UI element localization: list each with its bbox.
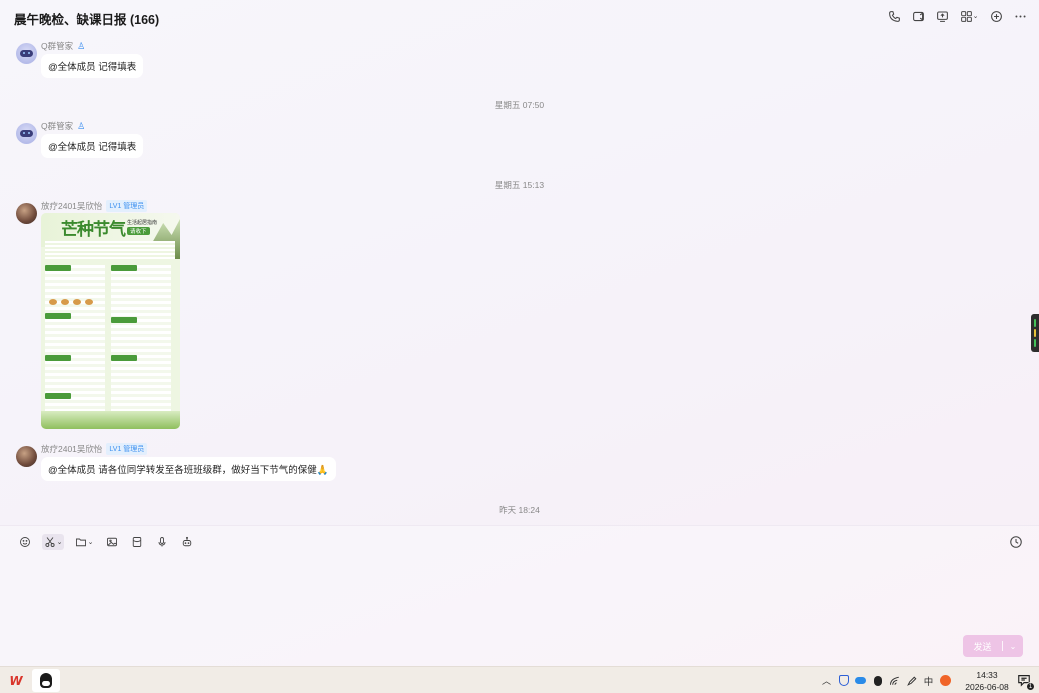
screen-share-icon[interactable] bbox=[935, 9, 949, 23]
security-shield-icon[interactable] bbox=[836, 673, 851, 688]
robot-icon: ♙ bbox=[77, 40, 86, 51]
sender-line: 放疗2401吴欣怡 LV1 管理员 bbox=[41, 200, 148, 212]
chevron-down-icon: ⌄ bbox=[56, 539, 63, 546]
side-widget-handle[interactable] bbox=[1031, 314, 1039, 352]
poster-tag: 请收下 bbox=[127, 227, 150, 235]
sender-name[interactable]: Q群管家 bbox=[41, 120, 73, 132]
poster-section-header bbox=[45, 355, 71, 361]
poster-section-header bbox=[45, 265, 71, 271]
clock-time: 14:33 bbox=[976, 669, 998, 680]
message-bubble[interactable]: @全体成员 记得填表 bbox=[41, 134, 144, 158]
message-bubble[interactable]: @全体成员 记得填表 bbox=[41, 54, 144, 78]
taskbar-app-wps[interactable]: W bbox=[2, 669, 30, 692]
wifi-icon[interactable] bbox=[887, 673, 902, 688]
wps-logo-icon: W bbox=[9, 673, 23, 688]
send-button[interactable]: 发送 bbox=[963, 640, 1002, 653]
poster-section-header bbox=[45, 393, 71, 399]
robot-icon: ♙ bbox=[77, 120, 86, 131]
avatar[interactable] bbox=[16, 446, 37, 467]
ime-indicator[interactable]: 中 bbox=[921, 673, 936, 688]
chat-title: 晨午晚检、缺课日报 (166) bbox=[14, 12, 160, 27]
sender-name[interactable]: Q群管家 bbox=[41, 40, 73, 52]
sender-line: 放疗2401吴欣怡 LV1 管理员 bbox=[41, 443, 148, 455]
notification-icon[interactable]: 1 bbox=[1017, 673, 1035, 691]
poster-intro-text bbox=[45, 241, 175, 261]
history-clock-icon[interactable] bbox=[1009, 535, 1023, 549]
image-icon[interactable] bbox=[104, 534, 120, 550]
message-bubble[interactable]: @全体成员 请各位同学转发至各班班级群，做好当下节气的保健🙏 bbox=[41, 457, 336, 481]
sogou-input-icon[interactable] bbox=[938, 673, 953, 688]
message-composer[interactable]: ⌄ ⌄ 发送 ⌄ bbox=[0, 525, 1039, 666]
admin-badge: LV1 管理员 bbox=[106, 200, 148, 212]
apps-icon[interactable]: ⌄ bbox=[959, 9, 979, 23]
taskbar: W ︿ 中 14:33 2026-06-08 1 bbox=[0, 666, 1039, 693]
poster-section-header bbox=[45, 313, 71, 319]
poster-grass-graphic bbox=[41, 411, 180, 429]
poster-food-graphic bbox=[73, 299, 81, 305]
video-call-icon[interactable] bbox=[911, 9, 925, 23]
pen-icon[interactable] bbox=[904, 673, 919, 688]
screenshot-icon[interactable]: ⌄ bbox=[42, 534, 64, 550]
chevron-down-icon: ⌄ bbox=[87, 539, 94, 546]
cloud-icon[interactable] bbox=[853, 673, 868, 688]
taskbar-app-qq[interactable] bbox=[32, 669, 60, 692]
timestamp: 星期五 07:50 bbox=[494, 100, 545, 110]
avatar[interactable] bbox=[16, 123, 37, 144]
chevron-up-icon[interactable]: ︿ bbox=[819, 673, 834, 688]
poster-column-right bbox=[111, 265, 171, 415]
timestamp: 星期五 15:13 bbox=[494, 180, 545, 190]
voice-call-icon[interactable] bbox=[887, 9, 901, 23]
sender-name[interactable]: 放疗2401吴欣怡 bbox=[41, 443, 102, 455]
admin-badge: LV1 管理员 bbox=[106, 443, 148, 455]
poster-section-header bbox=[111, 355, 137, 361]
header-actions: ⌄ bbox=[887, 9, 1027, 23]
notification-count: 1 bbox=[1026, 681, 1035, 691]
emoji-icon[interactable] bbox=[17, 534, 33, 550]
composer-toolbar: ⌄ ⌄ bbox=[17, 534, 195, 550]
robot-icon[interactable] bbox=[179, 534, 195, 550]
poster-food-graphic bbox=[49, 299, 57, 305]
avatar[interactable] bbox=[16, 43, 37, 64]
qq-tray-icon[interactable] bbox=[870, 673, 885, 688]
clock-date: 2026-06-08 bbox=[965, 681, 1009, 692]
chevron-down-icon[interactable]: ⌄ bbox=[1003, 642, 1023, 651]
system-clock[interactable]: 14:33 2026-06-08 bbox=[961, 669, 1013, 693]
sender-line: Q群管家 ♙ bbox=[41, 120, 85, 132]
sender-line: Q群管家 ♙ bbox=[41, 40, 85, 52]
more-icon[interactable] bbox=[1013, 9, 1027, 23]
sender-name[interactable]: 放疗2401吴欣怡 bbox=[41, 200, 102, 212]
poster-food-graphic bbox=[85, 299, 93, 305]
folder-icon[interactable]: ⌄ bbox=[73, 534, 95, 550]
poster-subtitle: 生活起居指南 bbox=[127, 220, 158, 226]
send-button-group: 发送 ⌄ bbox=[963, 635, 1023, 657]
chevron-down-icon: ⌄ bbox=[972, 13, 979, 20]
chat-messages[interactable]: Q群管家 ♙ @全体成员 记得填表 星期五 07:50 Q群管家 ♙ @全体成员… bbox=[0, 36, 1039, 525]
red-packet-icon[interactable] bbox=[129, 534, 145, 550]
poster-section-header bbox=[111, 265, 137, 271]
poster-section-header bbox=[111, 317, 137, 323]
image-message[interactable]: 芒种节气 生活起居指南 请收下 bbox=[41, 213, 180, 429]
poster-food-graphic bbox=[61, 299, 69, 305]
microphone-icon[interactable] bbox=[154, 534, 170, 550]
poster-title: 芒种节气 bbox=[61, 220, 126, 239]
system-tray: ︿ 中 14:33 2026-06-08 1 bbox=[819, 667, 1039, 693]
timestamp: 昨天 18:24 bbox=[499, 505, 540, 515]
avatar[interactable] bbox=[16, 203, 37, 224]
title-bar: 晨午晚检、缺课日报 (166) ⌄ bbox=[0, 0, 1039, 36]
qq-penguin-icon bbox=[40, 673, 52, 688]
add-member-icon[interactable] bbox=[989, 9, 1003, 23]
